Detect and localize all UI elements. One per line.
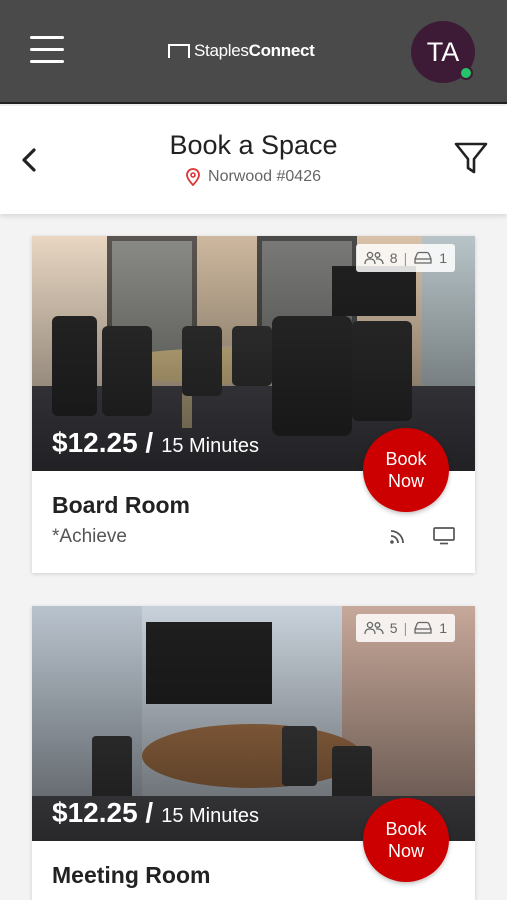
room-card[interactable]: 8 | 1 $12.25 / 15 Minutes Book Now Board…	[32, 236, 475, 573]
book-now-button[interactable]: Book Now	[363, 798, 449, 882]
wifi-icon	[390, 530, 404, 544]
page-title: Book a Space	[169, 130, 338, 160]
parking-count: 1	[439, 620, 447, 636]
logo-text-connect: Connect	[248, 41, 315, 60]
user-avatar[interactable]: TA	[411, 21, 475, 83]
room-tag: *Achieve	[52, 526, 127, 547]
location-text: Norwood #0426	[208, 168, 321, 185]
menu-icon[interactable]	[30, 36, 64, 64]
avatar-initials: TA	[426, 36, 460, 67]
people-icon	[364, 621, 384, 635]
price-amount: $12.25 /	[52, 797, 154, 828]
location-label: Norwood #0426	[0, 168, 507, 186]
monitor-icon	[433, 527, 455, 545]
parking-count: 1	[439, 250, 447, 266]
car-icon	[414, 251, 432, 264]
filter-icon[interactable]	[454, 140, 488, 176]
capacity-badge: 5 | 1	[355, 614, 455, 642]
people-icon	[364, 251, 384, 265]
price-unit: 15 Minutes	[161, 435, 260, 457]
logo-text-staples: Staples	[194, 41, 249, 60]
room-price: $12.25 / 15 Minutes	[52, 427, 259, 459]
staples-connect-logo: StaplesConnect	[168, 40, 315, 62]
logo-mark	[168, 44, 190, 58]
amenity-icons	[389, 527, 455, 545]
room-name: Meeting Room	[52, 862, 211, 888]
capacity-count: 8	[389, 250, 398, 266]
page-header: Book a Space Norwood #0426	[0, 106, 507, 214]
room-card[interactable]: 5 | 1 $12.25 / 15 Minutes Book Now Meeti…	[32, 606, 475, 900]
top-app-bar: StaplesConnect TA	[0, 0, 507, 104]
book-now-button[interactable]: Book Now	[363, 428, 449, 512]
room-price: $12.25 / 15 Minutes	[52, 797, 259, 829]
capacity-count: 5	[389, 620, 398, 636]
location-pin-icon	[186, 168, 200, 186]
car-icon	[414, 621, 432, 634]
online-status-indicator	[459, 66, 473, 80]
capacity-badge: 8 | 1	[355, 244, 455, 272]
room-name: Board Room	[52, 492, 190, 518]
price-amount: $12.25 /	[52, 427, 154, 458]
price-unit: 15 Minutes	[161, 805, 260, 827]
